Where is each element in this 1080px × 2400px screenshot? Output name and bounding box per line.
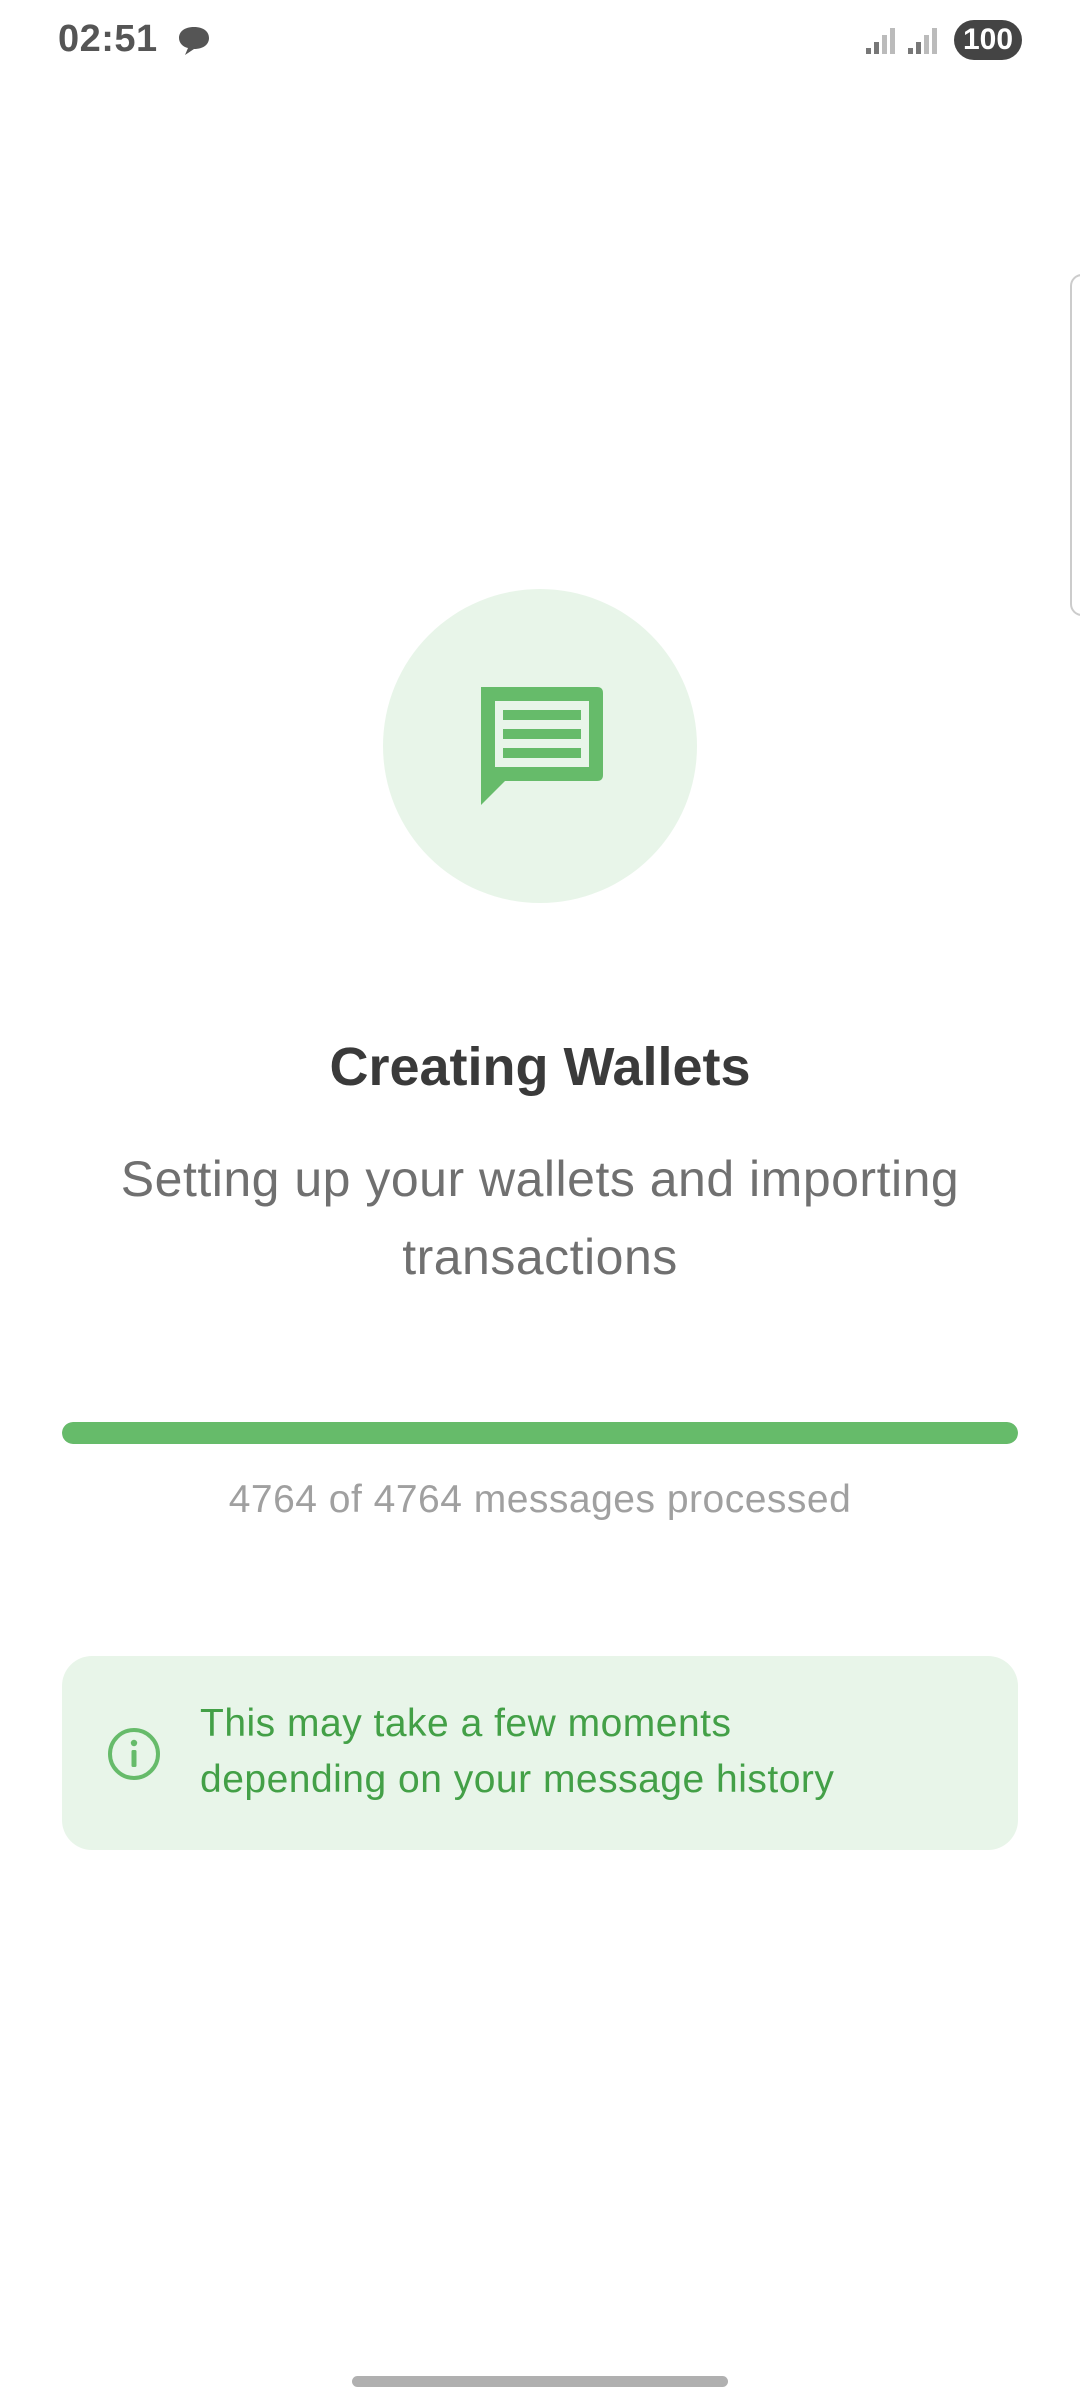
- info-text-line-2: depending on your message history: [200, 1758, 835, 1801]
- status-time: 02:51: [58, 18, 158, 60]
- battery-indicator: 100: [954, 20, 1022, 60]
- progress-bar: [62, 1422, 1018, 1444]
- progress-text: 4764 of 4764 messages processed: [228, 1478, 852, 1521]
- info-icon: [108, 1728, 160, 1780]
- info-text-line-1: This may take a few moments: [200, 1702, 732, 1745]
- info-box: This may take a few moments depending on…: [62, 1656, 1018, 1850]
- signal-icon: [866, 28, 895, 54]
- screen: 02:51 100 Creating Wallets Setting up yo…: [0, 0, 1080, 2400]
- page-title: Creating Wallets: [329, 1037, 751, 1097]
- page-subtitle: Setting up your wallets and importing tr…: [120, 1151, 960, 1285]
- icon-circle: [383, 589, 697, 903]
- message-icon: [481, 687, 603, 805]
- status-bar: 02:51 100: [0, 0, 1080, 80]
- signal-icon: [908, 28, 937, 54]
- edge-panel-handle[interactable]: [1070, 274, 1080, 616]
- progress-fill: [62, 1422, 1018, 1444]
- info-text: This may take a few moments depending on…: [200, 1696, 980, 1808]
- home-indicator[interactable]: [352, 2376, 728, 2387]
- chat-bubble-icon: [179, 27, 209, 55]
